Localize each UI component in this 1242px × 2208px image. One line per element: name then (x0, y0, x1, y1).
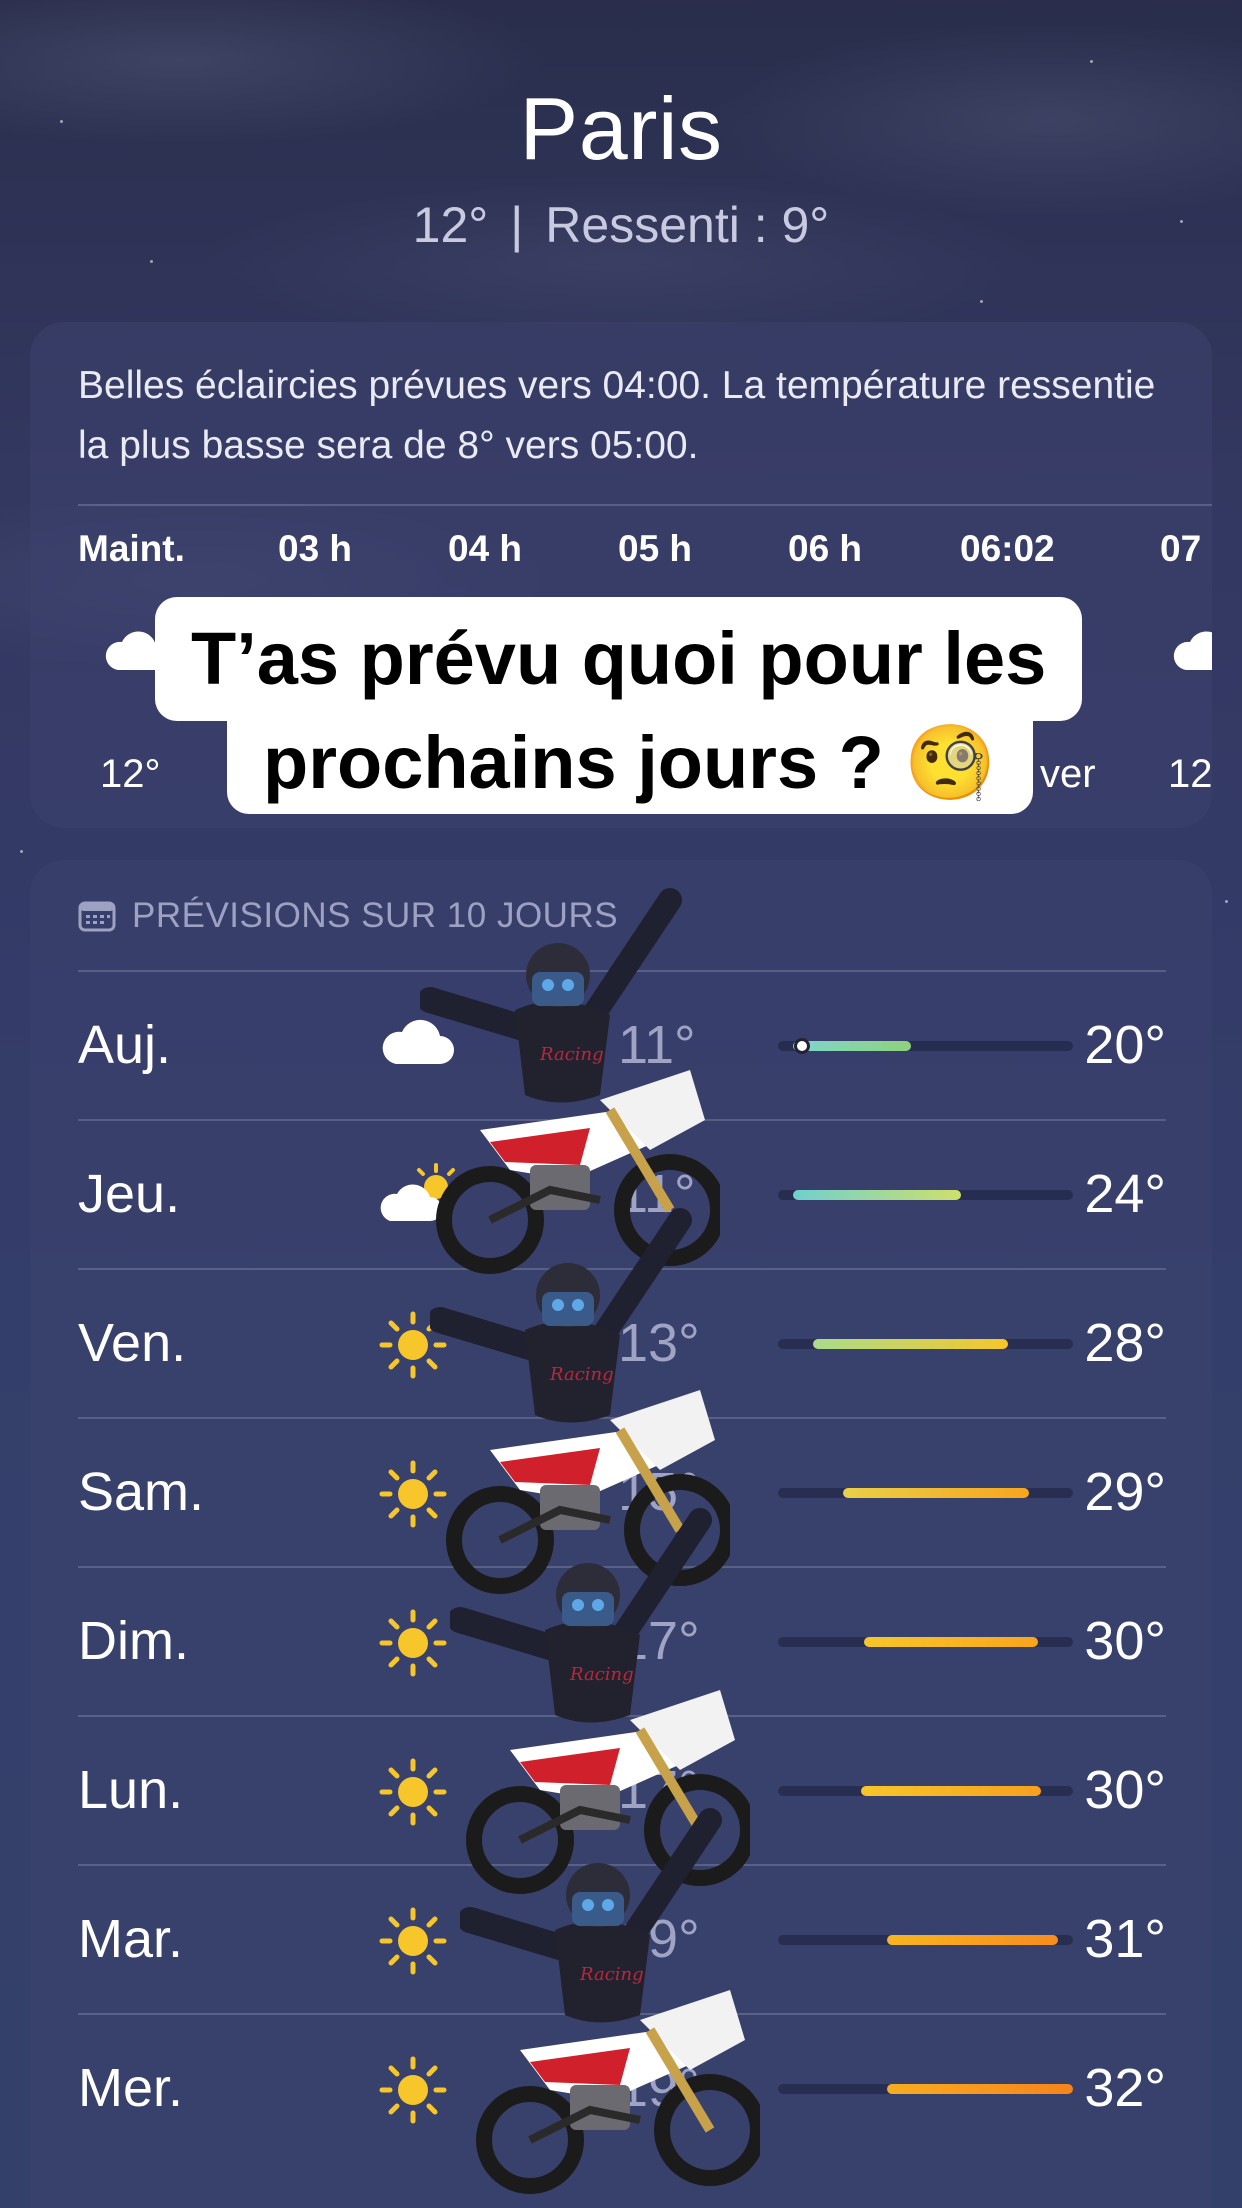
caption-line-2: prochains jours ? 🧐 (227, 714, 1033, 814)
svg-text:Racing: Racing (539, 1044, 604, 1065)
svg-text:Racing: Racing (569, 1664, 634, 1685)
divider (78, 504, 1212, 506)
max-temp: 24° (1084, 1164, 1166, 1224)
hour-label: 06:02 (960, 528, 1055, 569)
temp-range-fill (792, 1190, 961, 1200)
city-name: Paris (519, 79, 723, 178)
cloud-icon (1173, 631, 1212, 670)
temp-range-bar (778, 1786, 1073, 1796)
hour-temp: 12° (100, 752, 161, 796)
temp-range-fill (863, 1637, 1038, 1647)
max-temp: 32° (1084, 2058, 1166, 2118)
feels-like: Ressenti : 9° (545, 197, 830, 253)
caption-line-1: T’as prévu quoi pour les (155, 597, 1083, 721)
hour-label: 06 h (788, 528, 863, 569)
max-temp: 30° (1084, 1611, 1166, 1671)
temp-range-bar (778, 1339, 1073, 1349)
day-label: Dim. (78, 1611, 189, 1671)
day-label: Jeu. (78, 1164, 181, 1224)
hour-label: 03 h (278, 528, 353, 569)
max-temp: 30° (1084, 1760, 1166, 1820)
temp-range-fill (860, 1786, 1041, 1796)
svg-text:Racing: Racing (579, 1964, 644, 1985)
svg-text:Racing: Racing (549, 1364, 614, 1385)
hour-temp: 12 (1168, 752, 1212, 796)
separator: | (510, 197, 524, 253)
day-label: Auj. (78, 1015, 172, 1075)
max-temp: 29° (1084, 1462, 1166, 1522)
temp-range-fill (887, 1935, 1059, 1945)
day-label: Lun. (78, 1760, 184, 1820)
temp-range-bar (778, 2084, 1073, 2094)
day-label: Sam. (78, 1462, 205, 1522)
max-temp: 28° (1084, 1313, 1166, 1373)
temp-range-bar (778, 1637, 1073, 1647)
day-label: Mar. (78, 1909, 184, 1969)
sun-icon (378, 1608, 448, 1683)
current-temp-dot (793, 1038, 810, 1054)
temp-range-bar (778, 1935, 1073, 1945)
calendar-icon (78, 901, 116, 932)
sun-icon (378, 2055, 448, 2130)
max-temp: 20° (1084, 1015, 1166, 1075)
temp-range-fill (792, 1041, 911, 1051)
hour-label: 04 h (448, 528, 523, 569)
temp-range-fill (813, 1339, 1009, 1349)
temp-range-bar (778, 1190, 1073, 1200)
max-temp: 31° (1084, 1909, 1166, 1969)
day-label: Mer. (78, 2058, 184, 2118)
hour-temp: ver (1040, 752, 1096, 796)
hour-label: Maint. (78, 528, 185, 569)
temp-range-fill (887, 2084, 1073, 2094)
temp-range-bar (778, 1038, 1073, 1054)
temp-range-bar (778, 1488, 1073, 1498)
temp-range-fill (842, 1488, 1029, 1498)
hourly-description: Belles éclaircies prévues vers 04:00. La… (78, 364, 1156, 467)
hour-label: 07 (1160, 528, 1202, 569)
sun-icon (378, 1757, 448, 1832)
current-conditions: 12° | Ressenti : 9° (0, 196, 1242, 254)
current-temp: 12° (412, 197, 489, 253)
rider-sticker-4: Racing (457, 1800, 766, 2205)
day-label: Ven. (78, 1313, 187, 1373)
hour-label: 05 h (618, 528, 693, 569)
sun-icon (378, 1906, 448, 1981)
